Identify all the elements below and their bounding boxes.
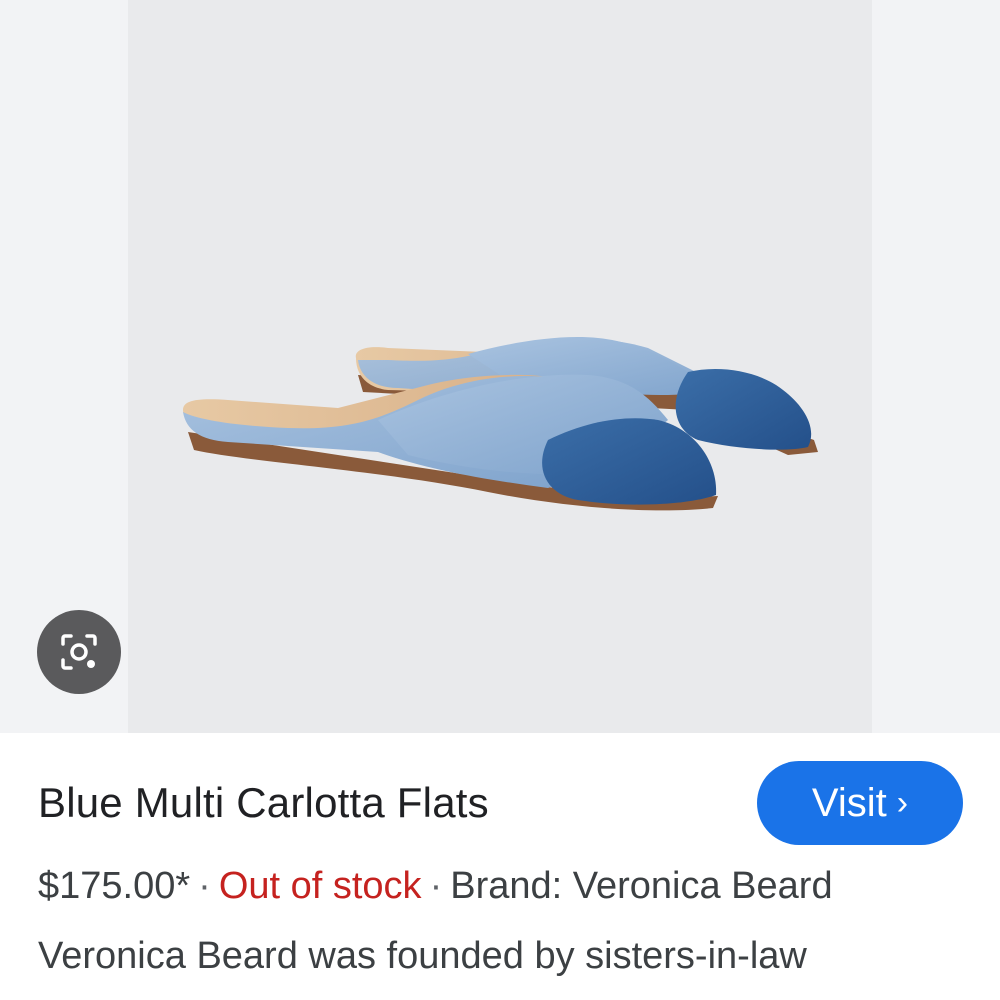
- product-result-card: Blue Multi Carlotta Flats Visit › $175.0…: [0, 0, 1000, 1000]
- camera-lens-icon: [61, 634, 97, 670]
- separator-dot: ·: [429, 865, 443, 907]
- visit-button[interactable]: Visit ›: [757, 761, 963, 845]
- denim-mules-illustration: [183, 337, 818, 511]
- lens-search-button[interactable]: [37, 610, 121, 694]
- product-price: $175.00*: [38, 865, 191, 907]
- product-brand: Brand: Veronica Beard: [450, 865, 833, 907]
- product-image[interactable]: [128, 0, 872, 733]
- product-title[interactable]: Blue Multi Carlotta Flats: [38, 779, 489, 827]
- product-description: Veronica Beard was founded by sisters-in…: [38, 935, 807, 977]
- stock-status: Out of stock: [218, 865, 422, 907]
- separator-dot: ·: [198, 865, 211, 907]
- product-info-panel: Blue Multi Carlotta Flats Visit › $175.0…: [0, 733, 1000, 1000]
- shoe-front: [183, 374, 718, 511]
- product-meta: $175.00* · Out of stock · Brand: Veronica Be…: [38, 863, 833, 909]
- image-viewer: [0, 0, 1000, 733]
- chevron-right-icon: ›: [896, 784, 909, 822]
- visit-button-label: Visit: [811, 780, 887, 825]
- image-side-panel-right: [872, 0, 1000, 733]
